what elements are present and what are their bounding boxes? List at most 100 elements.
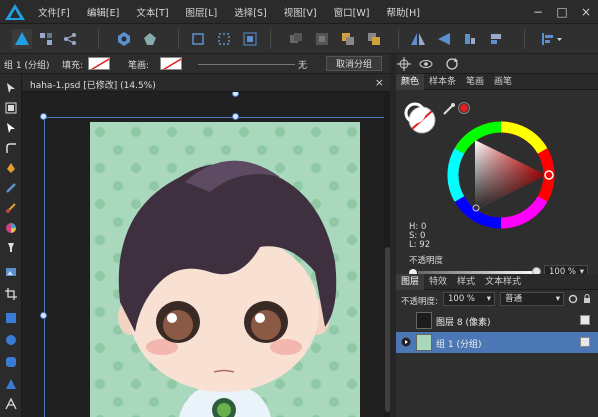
eyedropper-icon[interactable] — [442, 102, 456, 116]
no-stroke-icon — [162, 58, 181, 69]
menu-help[interactable]: 帮助[H] — [386, 5, 420, 19]
blend-mode-select[interactable]: 普通 ▾ — [500, 292, 564, 306]
menu-text[interactable]: 文本[T] — [136, 5, 168, 19]
menu-window[interactable]: 窗口[W] — [334, 5, 370, 19]
document-tab[interactable]: haha-1.psd [已修改] (14.5%) × — [22, 74, 390, 92]
fill-swatch[interactable] — [88, 57, 110, 70]
stroke-width-slider[interactable] — [198, 64, 295, 65]
bounding-box-icon — [243, 32, 257, 46]
selection-left-edge — [44, 117, 45, 417]
pointer-icon — [7, 83, 15, 93]
arrange-back-button[interactable] — [338, 29, 358, 49]
flip-vertical-button[interactable] — [434, 29, 454, 49]
tab-styles[interactable]: 样式 — [452, 274, 480, 290]
transform-origin-button[interactable] — [188, 29, 208, 49]
chevron-down-icon: ▾ — [486, 294, 491, 304]
canvas[interactable] — [22, 92, 390, 417]
tab-brushes[interactable]: 画笔 — [489, 74, 517, 90]
color-panel: H: 0 S: 0 L: 92 不透明度 100 % ▾ — [396, 90, 598, 280]
transform-box-button[interactable] — [214, 29, 234, 49]
rounded-rectangle-icon — [6, 357, 16, 367]
rotate-right-button[interactable] — [486, 29, 506, 49]
minimize-button[interactable]: − — [526, 0, 550, 24]
selection-handle-top-left[interactable] — [40, 113, 47, 120]
toolbar-divider — [178, 29, 179, 49]
snap-button[interactable] — [396, 56, 412, 72]
tab-color[interactable]: 颜色 — [396, 74, 425, 90]
tab-swatches[interactable]: 样本条 — [424, 74, 461, 90]
snapping-button[interactable] — [140, 29, 160, 49]
text-tool[interactable] — [3, 396, 19, 412]
pixel-persona-button[interactable] — [36, 29, 56, 49]
menu-view[interactable]: 视图[V] — [284, 5, 317, 19]
corner-tool[interactable] — [3, 140, 19, 156]
bounding-box-button[interactable] — [240, 29, 260, 49]
designer-persona-button[interactable] — [12, 29, 32, 49]
rounded-rect-tool[interactable] — [3, 354, 19, 370]
tab-effects[interactable]: 特效 — [424, 274, 452, 290]
fill-stroke-selector-icon[interactable] — [402, 100, 438, 136]
color-wheel[interactable] — [446, 120, 556, 230]
expand-arrow-icon[interactable] — [401, 337, 411, 347]
layer-row[interactable]: 图层 8 (像素) — [396, 310, 598, 331]
arrange-front-button[interactable] — [364, 29, 384, 49]
move-tool[interactable] — [3, 80, 19, 96]
pencil-tool[interactable] — [3, 180, 19, 196]
refresh-button[interactable] — [444, 56, 460, 72]
insert-inside-button[interactable] — [312, 29, 332, 49]
crop-tool[interactable] — [3, 286, 19, 302]
layer-visibility-checkbox[interactable] — [580, 315, 590, 325]
align-dropdown-button[interactable] — [538, 29, 566, 49]
menu-edit[interactable]: 编辑[E] — [87, 5, 119, 19]
export-persona-button[interactable] — [60, 29, 80, 49]
corner-select-icon — [192, 33, 204, 45]
assistant-button[interactable] — [114, 29, 134, 49]
maximize-button[interactable]: □ — [550, 0, 574, 24]
stroke-width-value: 无 — [298, 61, 308, 71]
selection-handle-top[interactable] — [232, 113, 239, 120]
layer-visibility-checkbox[interactable] — [580, 337, 590, 347]
transform-box-icon — [218, 33, 230, 45]
transparency-tool[interactable] — [3, 240, 19, 256]
tab-layers[interactable]: 图层 — [396, 274, 425, 290]
menu-file[interactable]: 文件[F] — [38, 5, 70, 19]
crop-icon — [5, 288, 17, 300]
triangle-tool[interactable] — [3, 376, 19, 392]
tab-stroke[interactable]: 笔画 — [461, 74, 489, 90]
layer-name: 组 1 (分组) — [436, 340, 482, 350]
app-logo-icon[interactable] — [4, 2, 26, 22]
lock-icon[interactable] — [582, 294, 592, 304]
ungroup-button[interactable]: 取消分组 — [326, 56, 382, 71]
selection-handle-left[interactable] — [40, 312, 47, 319]
insert-behind-button[interactable] — [286, 29, 306, 49]
layer-opacity-input[interactable]: 100 % ▾ — [443, 292, 495, 306]
menu-layer[interactable]: 图层[L] — [186, 5, 218, 19]
brush-tool[interactable] — [3, 200, 19, 216]
menu-select[interactable]: 选择[S] — [234, 5, 266, 19]
hsl-readout: H: 0 S: 0 L: 92 — [409, 223, 430, 250]
selection-label: 组 1 (分组) — [4, 61, 50, 71]
rectangle-tool[interactable] — [3, 310, 19, 326]
rectangle-icon — [6, 313, 16, 323]
rotate-left-button[interactable] — [460, 29, 480, 49]
picked-color-swatch[interactable] — [458, 102, 470, 114]
stroke-swatch[interactable] — [160, 57, 182, 70]
tab-text-styles[interactable]: 文本样式 — [480, 274, 526, 290]
preview-button[interactable] — [418, 56, 434, 72]
node-tool[interactable] — [3, 120, 19, 136]
layer-row-selected[interactable]: 组 1 (分组) — [396, 332, 598, 353]
rotation-handle[interactable] — [232, 92, 239, 97]
pen-tool[interactable] — [3, 160, 19, 176]
layer-thumbnail — [416, 312, 432, 329]
shape-icon — [144, 33, 156, 45]
ellipse-tool[interactable] — [3, 332, 19, 348]
close-window-button[interactable]: × — [574, 0, 598, 24]
toolbar-divider — [98, 29, 99, 49]
brush-icon — [6, 203, 16, 213]
close-document-icon[interactable]: × — [375, 76, 384, 89]
fill-tool[interactable] — [3, 220, 19, 236]
gear-icon[interactable] — [568, 294, 578, 304]
artboard-tool[interactable] — [3, 100, 19, 116]
flip-horizontal-button[interactable] — [408, 29, 428, 49]
place-image-tool[interactable] — [3, 264, 19, 280]
